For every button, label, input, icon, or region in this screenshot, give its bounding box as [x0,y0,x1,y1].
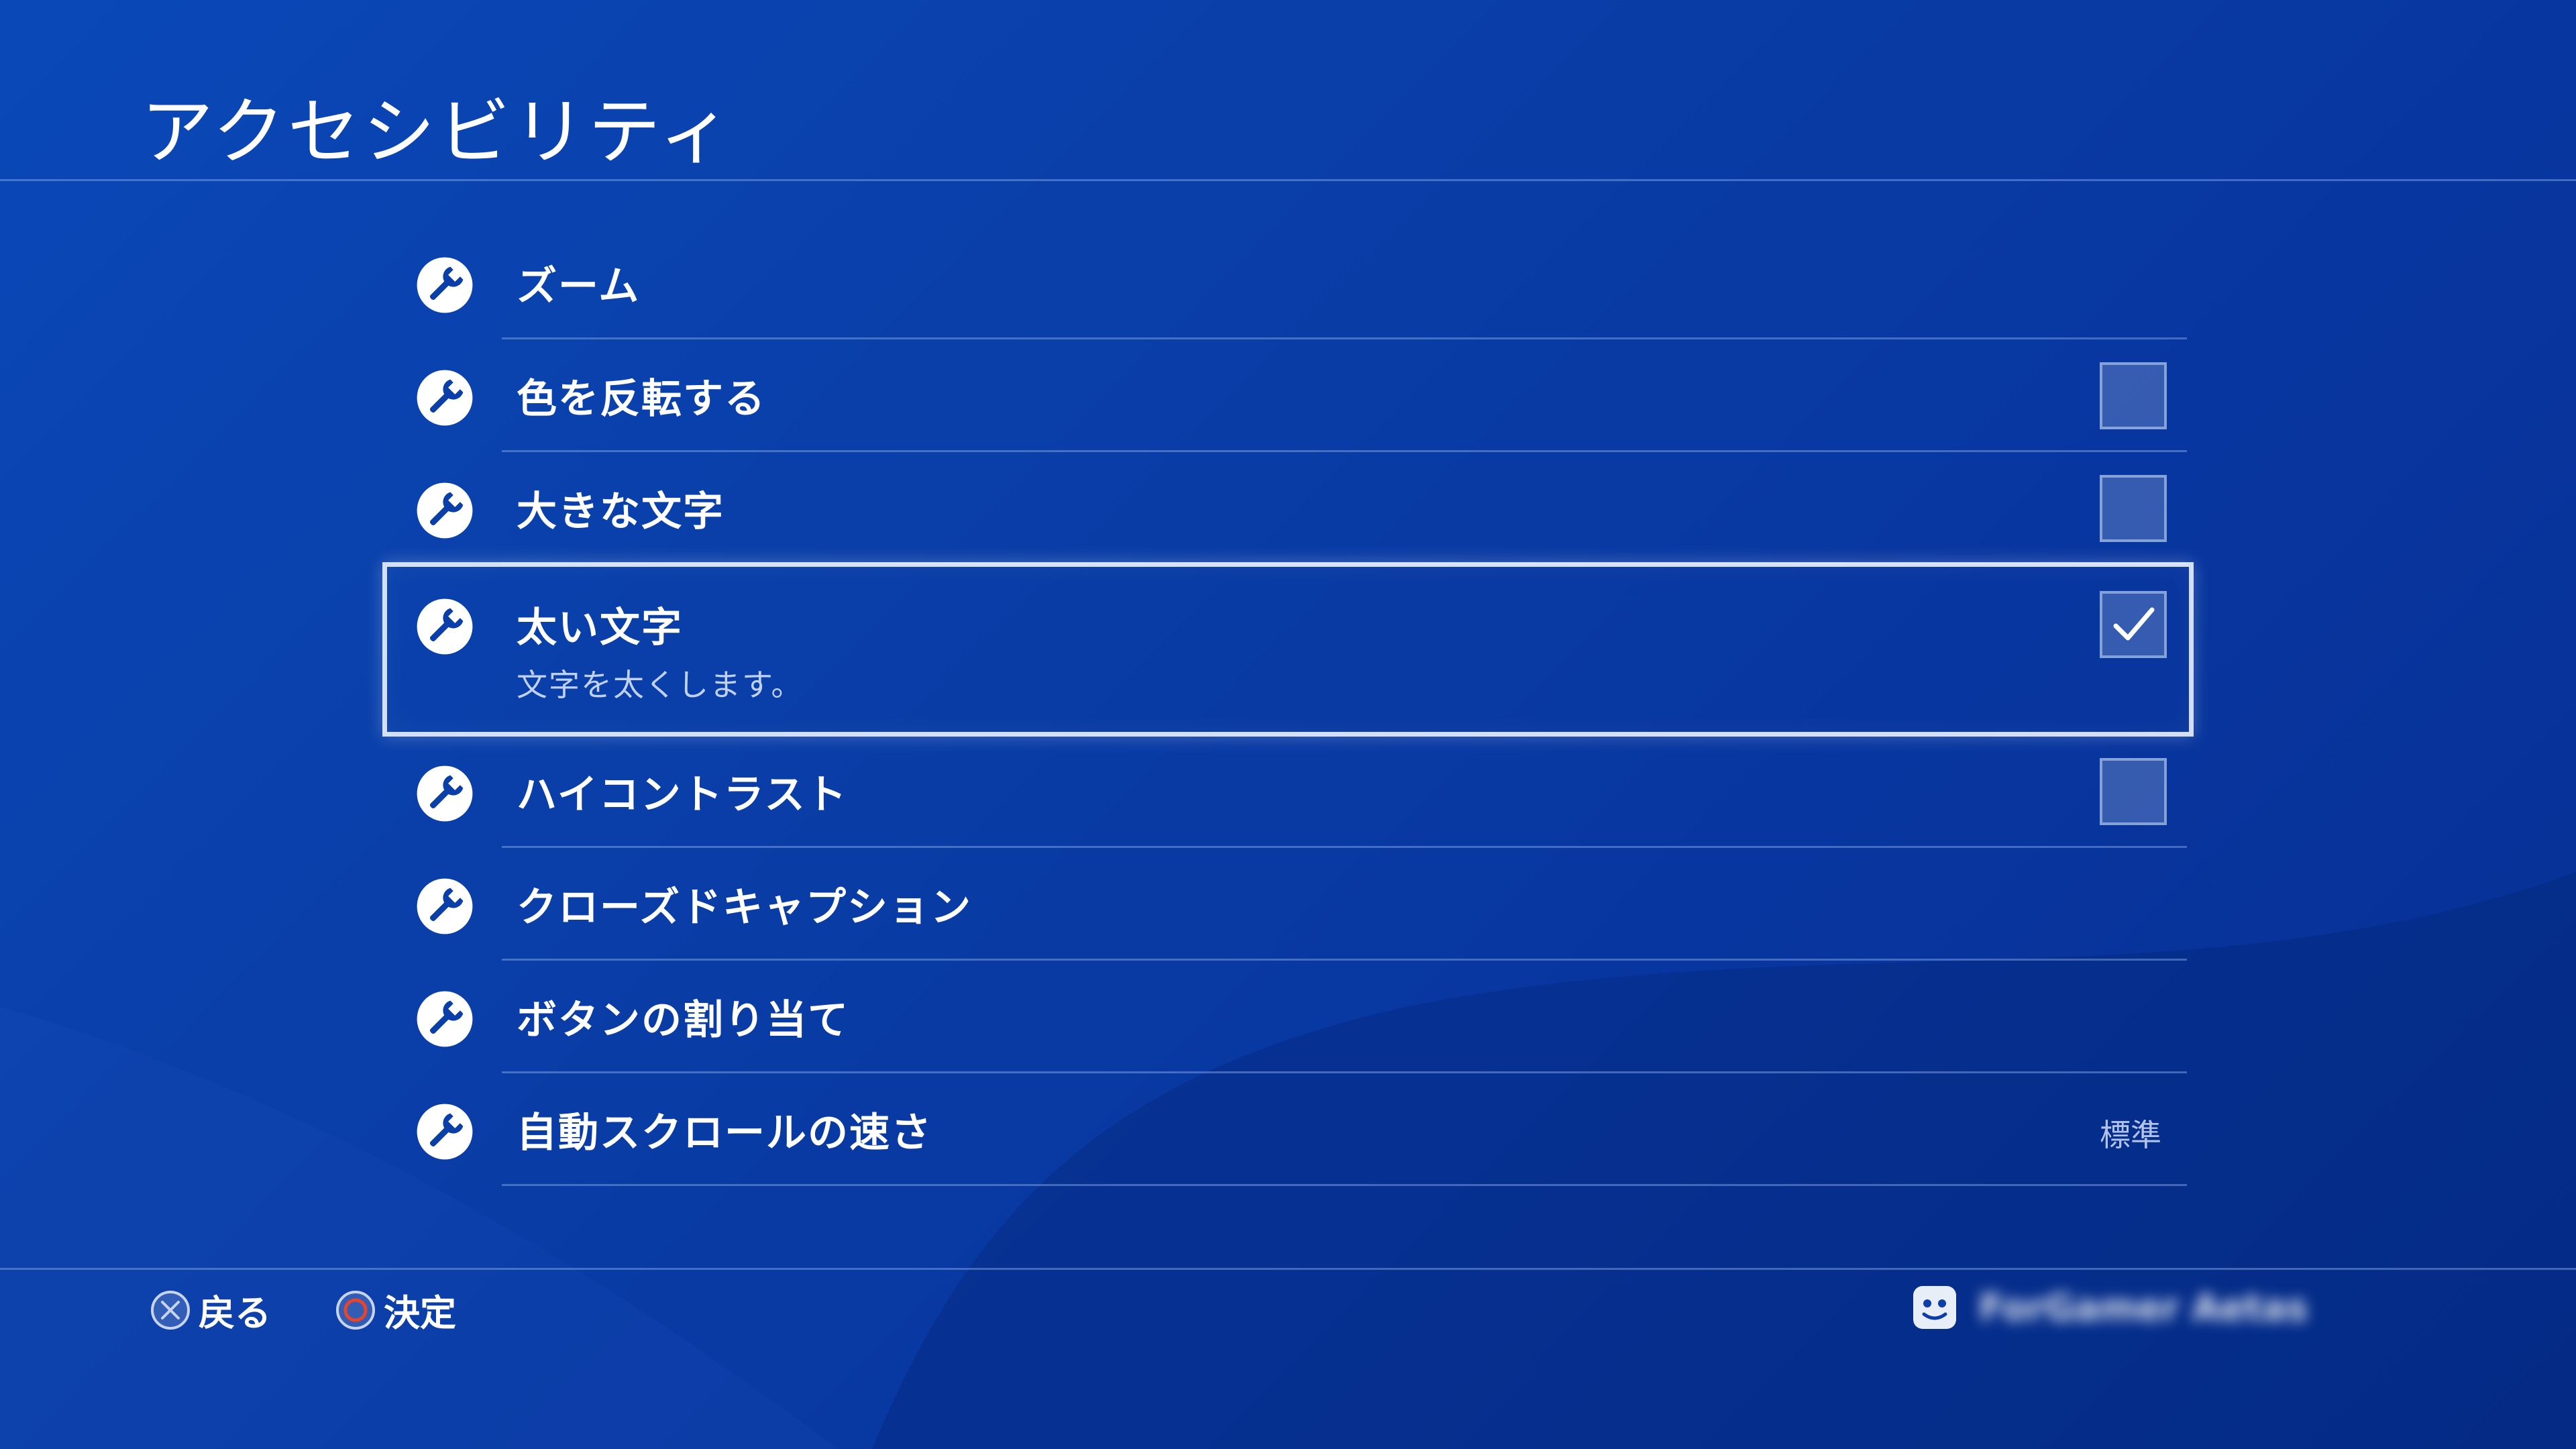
wrench-icon [417,878,473,934]
divider [502,1184,2187,1186]
menu-item-auto-scroll-speed[interactable]: 自動スクロールの速さ 標準 [382,1073,2194,1186]
menu-item-zoom[interactable]: ズーム [382,227,2194,339]
cross-button-icon [151,1290,190,1330]
menu-item-label: 自動スクロールの速さ [517,1110,932,1157]
wrench-icon [417,370,473,426]
menu-item-label: 大きな文字 [517,488,724,535]
user-info: ForGamer Aetas [1911,1283,2308,1332]
page-title: アクセシビリティ [141,91,735,174]
menu-item-label: 太い文字 [517,604,683,651]
confirm-hint[interactable]: 決定 [334,1283,456,1336]
confirm-label: 決定 [384,1292,456,1334]
high-contrast-checkbox[interactable] [2100,758,2167,825]
large-text-checkbox[interactable] [2100,475,2167,542]
header: アクセシビリティ [0,0,2576,181]
avatar-icon [1913,1286,1956,1329]
checkmark-icon [2113,607,2155,641]
invert-colors-checkbox[interactable] [2100,362,2167,429]
menu-item-closed-captions[interactable]: クローズドキャプション [382,848,2194,961]
menu-item-label: クローズドキャプション [517,884,972,931]
bold-text-checkbox[interactable] [2100,591,2167,658]
menu-item-high-contrast[interactable]: ハイコントラスト [382,735,2194,848]
menu-item-description: 文字を太くします。 [517,667,804,703]
menu-item-invert-colors[interactable]: 色を反転する [382,339,2194,452]
menu-item-label: ハイコントラスト [517,771,848,818]
username: ForGamer Aetas [1979,1286,2308,1329]
wrench-icon [417,257,473,313]
menu-item-label: ボタンの割り当て [517,997,849,1044]
menu-item-bold-text[interactable]: 太い文字 文字を太くします。 [382,562,2194,737]
wrench-icon [417,991,473,1047]
wrench-icon [417,598,473,655]
footer: 戻る 決定 ForGamer Aetas [0,1270,2576,1449]
menu-item-label: 色を反転する [517,376,766,423]
auto-scroll-speed-value: 標準 [2100,1117,2161,1153]
wrench-icon [417,482,473,539]
wrench-icon [417,765,473,822]
settings-list: ズーム 色を反転する 大きな文字 太い文字 文字を太くします。 ハイコントラスト… [382,227,2194,1186]
menu-item-button-assignments[interactable]: ボタンの割り当て [382,961,2194,1073]
wrench-icon [417,1104,473,1160]
menu-item-label: ズーム [517,263,641,310]
back-hint[interactable]: 戻る [149,1283,271,1336]
circle-button-icon [336,1290,375,1330]
menu-item-large-text[interactable]: 大きな文字 [382,452,2194,565]
back-label: 戻る [199,1292,271,1334]
